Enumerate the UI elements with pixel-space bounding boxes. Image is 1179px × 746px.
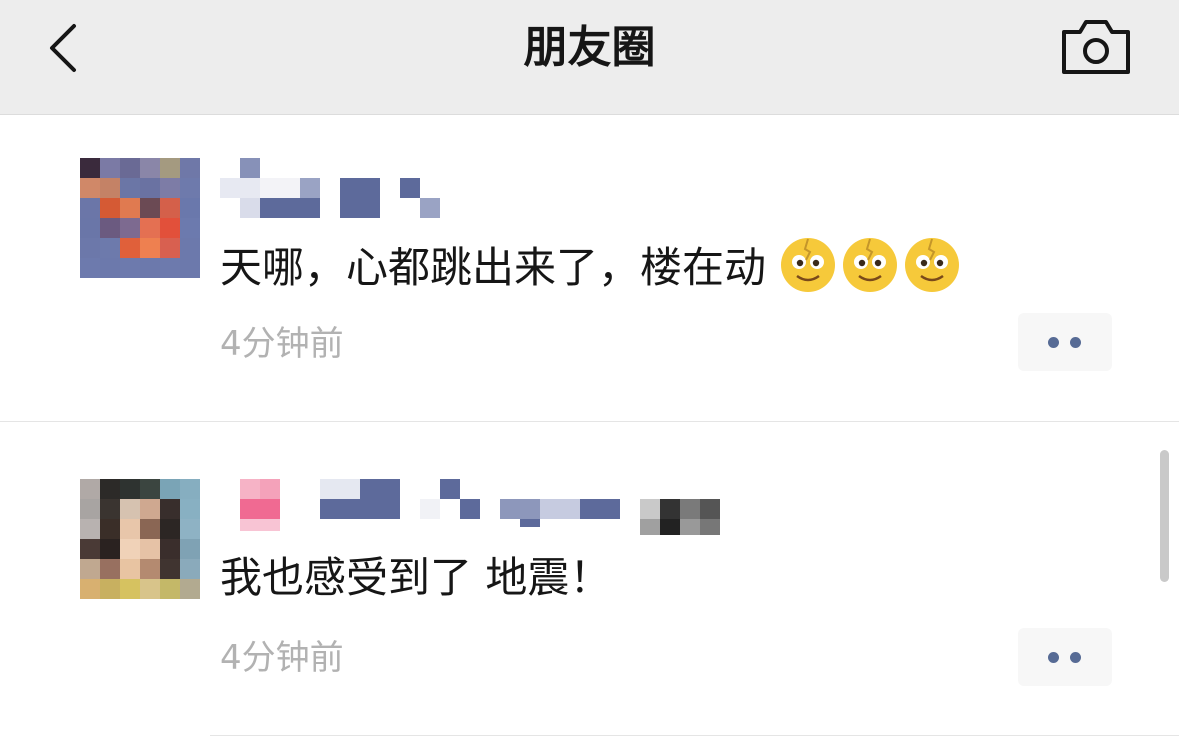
avatar[interactable]	[80, 158, 200, 278]
more-dots-icon	[1048, 337, 1059, 348]
more-actions-button[interactable]	[1018, 628, 1112, 686]
shocked-face-emoji-icon	[905, 238, 960, 292]
post-text-content: 天哪，心都跳出来了，楼在动	[220, 243, 767, 292]
more-dots-icon	[1070, 337, 1081, 348]
more-dots-icon	[1048, 652, 1059, 663]
avatar[interactable]	[80, 479, 200, 599]
more-actions-button[interactable]	[1018, 313, 1112, 371]
page-title: 朋友圈	[523, 22, 656, 73]
post-time: 4分钟前	[220, 324, 344, 364]
post-time: 4分钟前	[220, 638, 344, 678]
shocked-face-emoji-icon	[781, 238, 836, 292]
post-text: 我也感受到了 地震！	[220, 553, 612, 602]
camera-icon	[1062, 20, 1130, 74]
emoji-group	[766, 238, 965, 292]
scrollbar[interactable]	[1160, 450, 1169, 582]
divider	[0, 421, 1179, 422]
username-blurred[interactable]	[220, 158, 450, 218]
divider	[210, 735, 1179, 736]
nav-bar: 朋友圈	[0, 0, 1179, 115]
more-dots-icon	[1070, 652, 1081, 663]
username-blurred[interactable]	[220, 479, 720, 539]
post-text: 天哪，心都跳出来了，楼在动	[220, 236, 965, 296]
camera-button[interactable]	[1058, 16, 1134, 78]
shocked-face-emoji-icon	[843, 238, 898, 292]
